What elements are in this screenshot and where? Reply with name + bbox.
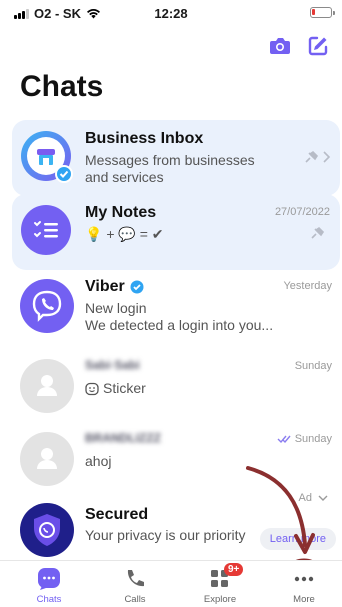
tab-label: Chats	[36, 594, 62, 605]
annotation-arrow	[246, 466, 307, 547]
tab-label: More	[293, 594, 315, 605]
tab-label: Explore	[203, 594, 237, 605]
chats-tab-icon	[19, 567, 79, 591]
tab-calls[interactable]: Calls	[105, 567, 165, 605]
tab-bar: Chats Calls 9+ Explore More	[0, 560, 342, 607]
tab-chats[interactable]: Chats	[19, 567, 79, 605]
tab-more[interactable]: More	[274, 567, 334, 605]
explore-badge: 9+	[224, 563, 244, 576]
tab-label: Calls	[124, 594, 146, 605]
more-icon	[274, 567, 334, 591]
annotation-overlay	[246, 466, 327, 604]
phone-icon	[105, 567, 165, 591]
tab-explore[interactable]: 9+ Explore	[190, 563, 250, 605]
